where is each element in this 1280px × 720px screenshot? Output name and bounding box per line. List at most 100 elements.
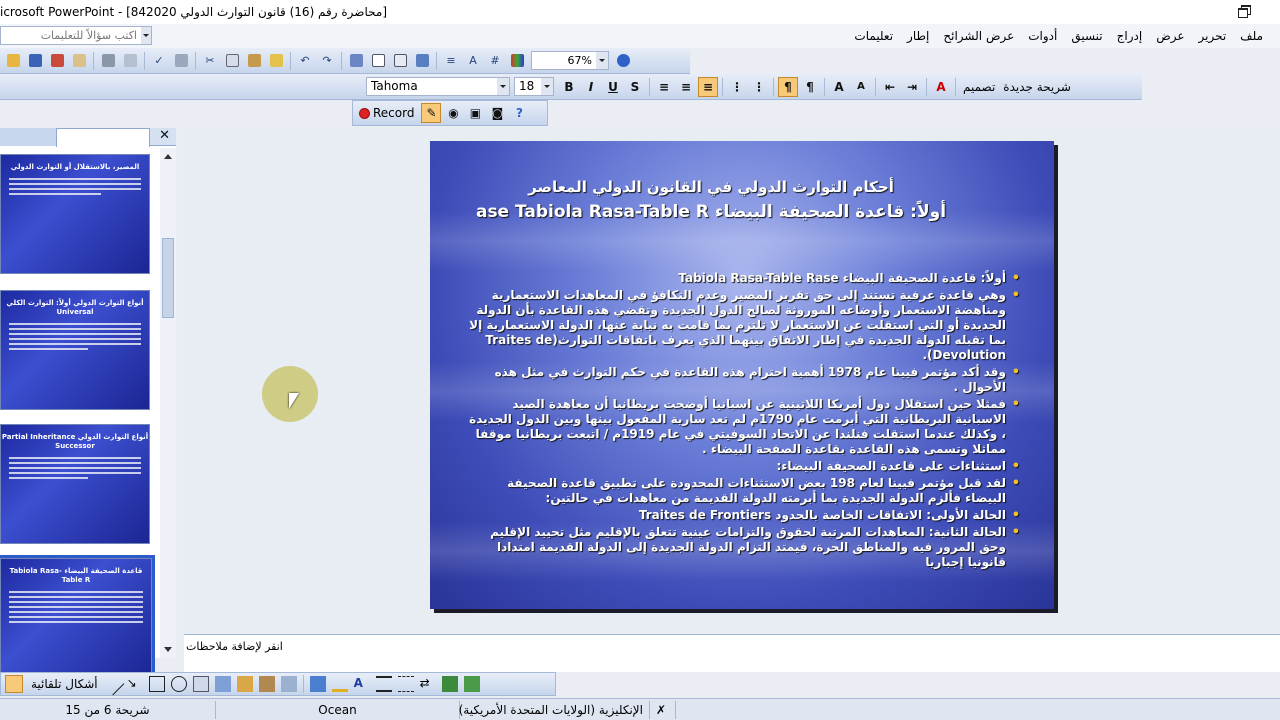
increase-indent-icon[interactable]: ⇥ [902, 77, 922, 97]
font-size-box[interactable]: 18 [514, 77, 554, 96]
new-slide-button[interactable]: شريحة جديدة [999, 80, 1075, 94]
align-left-icon[interactable]: ≡ [654, 77, 674, 97]
redo-icon[interactable]: ↷ [318, 52, 336, 70]
arrow-style-icon[interactable]: ⇄ [420, 676, 436, 692]
ask-question-box[interactable]: اكتب سؤالاً للتعليمات [0, 26, 152, 45]
align-right-icon[interactable]: ≡ [698, 76, 718, 97]
insert-chart-icon[interactable] [347, 52, 365, 70]
scroll-down-icon[interactable] [164, 647, 172, 652]
select-objects-icon[interactable] [5, 675, 23, 693]
close-icon[interactable]: ✕ [159, 128, 170, 143]
open-icon[interactable] [4, 52, 22, 70]
record-button[interactable]: Record [359, 106, 414, 120]
tab-slides[interactable] [56, 128, 150, 147]
save-icon[interactable] [26, 52, 44, 70]
menu-help[interactable]: تعليمات [847, 29, 900, 43]
pointer-tool-icon[interactable]: ✎ [421, 103, 442, 123]
oval-icon[interactable] [170, 676, 187, 692]
spelling-status-icon[interactable]: ✗ [650, 700, 676, 719]
undo-icon[interactable]: ↶ [296, 52, 314, 70]
restore-window-icon[interactable] [1238, 4, 1252, 18]
zoom-dropdown-icon[interactable] [596, 52, 608, 69]
menu-format[interactable]: تنسيق [1064, 29, 1109, 43]
menu-edit[interactable]: تحرير [1192, 29, 1234, 43]
dash-style-icon[interactable] [397, 676, 414, 692]
font-size-dropdown-icon[interactable] [541, 78, 553, 95]
3d-style-icon[interactable] [463, 676, 480, 692]
spelling-icon[interactable]: ✓ [150, 52, 168, 70]
screen-icon[interactable]: ▣ [465, 103, 485, 123]
slide-body[interactable]: أولاً: قاعدة الصحيفة البيضاء Tabiola Ras… [468, 271, 1020, 572]
fill-color-icon[interactable] [309, 676, 326, 692]
font-name-box[interactable]: Tahoma [366, 77, 510, 96]
expand-all-icon[interactable]: ≡ [442, 52, 460, 70]
menu-tools[interactable]: أدوات [1021, 29, 1064, 43]
rtl-direction-icon[interactable]: ¶ [778, 76, 798, 97]
line-color-icon[interactable] [331, 676, 348, 692]
paste-icon[interactable] [245, 52, 263, 70]
audio-icon[interactable]: ◉ [443, 103, 463, 123]
bullets-icon[interactable]: ⋮ [749, 77, 769, 97]
menu-slideshow[interactable]: عرض الشرائح [936, 29, 1021, 43]
camera-icon[interactable]: ◙ [487, 103, 507, 123]
show-formatting-icon[interactable]: A [464, 52, 482, 70]
current-slide[interactable]: أحكام التوارث الدولي في القانون الدولي ا… [430, 141, 1054, 609]
font-color-icon[interactable]: A [931, 77, 951, 97]
autoshapes-menu[interactable]: أشكال تلقائية [27, 677, 102, 691]
permission-icon[interactable] [48, 52, 66, 70]
print-icon[interactable] [99, 52, 117, 70]
pane-scrollbar[interactable] [160, 148, 176, 658]
slide-title[interactable]: أحكام التوارث الدولي في القانون الدولي ا… [450, 175, 972, 225]
menu-insert[interactable]: إدراج [1110, 29, 1150, 43]
numbering-icon[interactable]: ⋮ [727, 77, 747, 97]
diagram-icon[interactable] [236, 676, 253, 692]
align-center-icon[interactable]: ≡ [676, 77, 696, 97]
wordart-icon[interactable] [214, 676, 231, 692]
decrease-font-icon[interactable]: A [851, 77, 871, 97]
design-button[interactable]: تصميم [959, 80, 999, 94]
status-language[interactable]: الإنكليزية (الولايات المتحدة الأمريكية) [459, 700, 650, 719]
clipart-icon[interactable] [258, 676, 275, 692]
cut-icon[interactable]: ✂ [201, 52, 219, 70]
help-icon[interactable] [614, 52, 632, 70]
font-name-dropdown-icon[interactable] [497, 78, 509, 95]
slide-thumbnail-selected[interactable]: قاعدة الصحيفة البيضاء Tabiola Rasa-Table… [0, 555, 155, 681]
menu-window[interactable]: إطار [900, 29, 936, 43]
print-preview-icon[interactable] [121, 52, 139, 70]
picture-icon[interactable] [280, 676, 297, 692]
scroll-up-icon[interactable] [164, 154, 172, 159]
menu-view[interactable]: عرض [1149, 29, 1191, 43]
underline-button[interactable]: U [603, 77, 623, 97]
help-round-icon[interactable]: ? [509, 103, 529, 123]
show-grid-icon[interactable]: # [486, 52, 504, 70]
zoom-box[interactable]: 67% [531, 51, 609, 70]
format-painter-icon[interactable] [267, 52, 285, 70]
email-icon[interactable] [70, 52, 88, 70]
copy-icon[interactable] [223, 52, 241, 70]
color-grayscale-icon[interactable] [508, 52, 526, 70]
menu-file[interactable]: ملف [1233, 29, 1270, 43]
arrow-icon[interactable]: ↘ [127, 676, 143, 692]
bold-button[interactable]: B [559, 77, 579, 97]
insert-hyperlink-icon[interactable] [413, 52, 431, 70]
tables-borders-icon[interactable] [391, 52, 409, 70]
increase-font-icon[interactable]: A [829, 77, 849, 97]
ltr-direction-icon[interactable]: ¶ [800, 77, 820, 97]
font-color-icon[interactable]: A [354, 676, 370, 692]
shadow-style-icon[interactable] [441, 676, 458, 692]
tab-outline[interactable] [0, 128, 56, 146]
insert-table-icon[interactable] [369, 52, 387, 70]
italic-button[interactable]: I [581, 77, 601, 97]
textbox-icon[interactable] [192, 676, 209, 692]
line-style-icon[interactable] [375, 676, 392, 692]
ask-dropdown-icon[interactable] [141, 27, 151, 44]
notes-pane[interactable]: انقر لإضافة ملاحظات [184, 634, 1280, 672]
slide-thumbnail[interactable]: أنواع التوارث الدولي Partial Inheritance… [0, 424, 150, 544]
scroll-thumb[interactable] [162, 238, 174, 318]
shadow-button[interactable]: S [625, 77, 645, 97]
research-icon[interactable] [172, 52, 190, 70]
rectangle-icon[interactable] [148, 676, 165, 692]
decrease-indent-icon[interactable]: ⇤ [880, 77, 900, 97]
line-icon[interactable] [101, 672, 124, 696]
slide-thumbnail[interactable]: المصير، بالاستقلال أو التوارث الدولي [0, 154, 150, 274]
